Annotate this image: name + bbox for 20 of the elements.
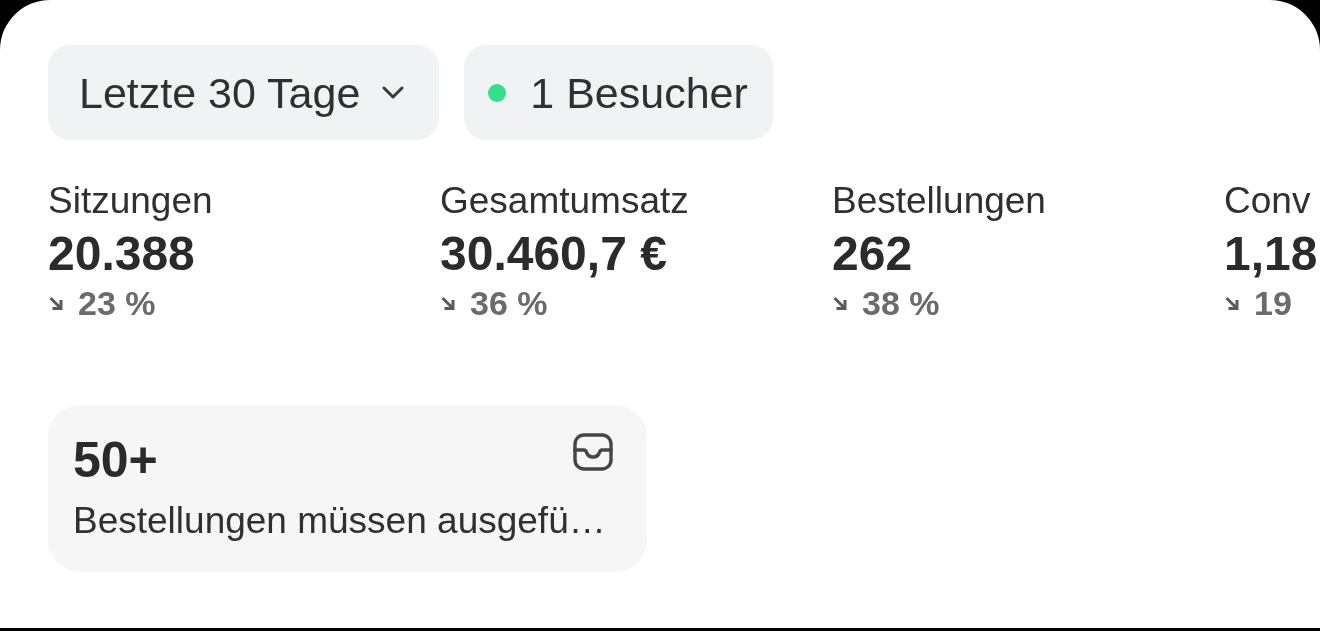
live-visitors-chip[interactable]: 1 Besucher — [464, 45, 773, 140]
orders-count: 50+ — [73, 433, 158, 487]
metric-value: 20.388 — [48, 228, 196, 280]
metric-change: 38 % — [862, 283, 940, 323]
metric-change: 19 — [1254, 283, 1292, 323]
visitors-count: 1 Besucher — [530, 68, 748, 117]
inbox-icon — [573, 433, 613, 471]
date-range-button[interactable]: Letzte 30 Tage — [48, 45, 440, 140]
metric-change: 36 % — [470, 283, 548, 323]
metric-label: Gesamtumsatz — [440, 181, 690, 221]
metric-change: 23 % — [78, 283, 156, 323]
orders-card[interactable]: 50+ Bestellungen müssen ausgefü… — [48, 405, 647, 572]
chevron-down-icon — [382, 86, 405, 99]
metric-value: 30.460,7 € — [440, 228, 668, 280]
metric-label: Sitzungen — [48, 181, 214, 221]
metric-value: 262 — [832, 228, 914, 280]
metric-label: Bestellungen — [832, 181, 1047, 221]
metric-value: 1,18 — [1224, 228, 1319, 280]
metric-label: Conv — [1224, 181, 1312, 221]
orders-to-fulfil-text: Bestellungen müssen ausgefü… — [73, 501, 607, 541]
